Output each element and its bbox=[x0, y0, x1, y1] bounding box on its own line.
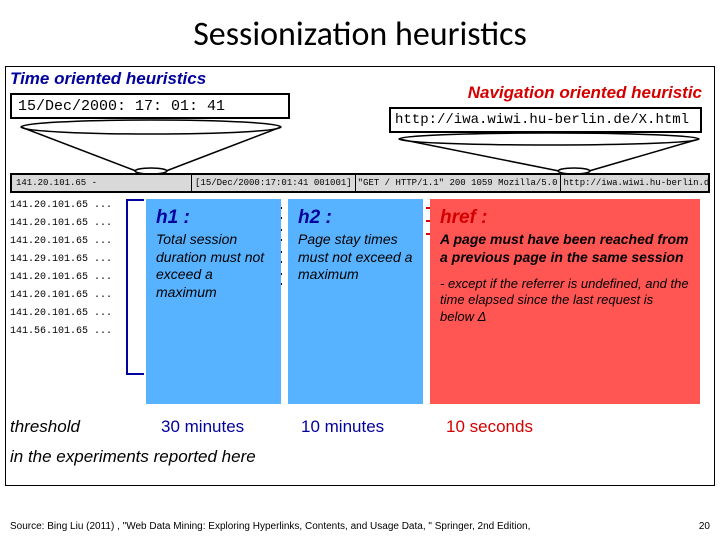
logbar-mid: "GET / HTTP/1.1" 200 1059 Mozilla/5.0 bbox=[358, 175, 558, 191]
threshold-h1: 30 minutes bbox=[161, 417, 244, 437]
h2-label: h2 : bbox=[298, 207, 413, 229]
log-entries: 141.20.101.65 ... 141.20.101.65 ... 141.… bbox=[10, 197, 112, 341]
footer-source: Source: Bing Liu (2011) , "Web Data Mini… bbox=[10, 521, 530, 532]
log-entry: 141.29.101.65 ... bbox=[10, 251, 112, 269]
logbar-ip: 141.20.101.65 - bbox=[16, 175, 97, 191]
h1-desc: Total session duration must not exceed a… bbox=[156, 231, 271, 301]
href-card: href : A page must have been reached fro… bbox=[430, 199, 700, 404]
cone-left-icon bbox=[16, 119, 286, 175]
page-number: 20 bbox=[699, 521, 710, 532]
log-entry: 141.20.101.65 ... bbox=[10, 215, 112, 233]
footer: Source: Bing Liu (2011) , "Web Data Mini… bbox=[10, 521, 710, 532]
log-entry: 141.20.101.65 ... bbox=[10, 269, 112, 287]
threshold-h2: 10 minutes bbox=[301, 417, 384, 437]
href-label: href : bbox=[440, 207, 690, 229]
log-entry: 141.56.101.65 ... bbox=[10, 323, 112, 341]
cone-right-icon bbox=[394, 133, 704, 175]
log-entry: 141.20.101.65 ... bbox=[10, 197, 112, 215]
h1-card: h1 : Total session duration must not exc… bbox=[146, 199, 281, 404]
timestamp-box: 15/Dec/2000: 17: 01: 41 bbox=[10, 93, 290, 119]
logbar-timestamp: [15/Dec/2000:17:01:41 001001] bbox=[191, 174, 356, 192]
logbar-url: http://iwa.wiwi.hu-berlin.de/X.html bbox=[560, 174, 711, 192]
log-entry: 141.20.101.65 ... bbox=[10, 305, 112, 323]
h2-card: h2 : Page stay times must not exceed a m… bbox=[288, 199, 423, 404]
threshold-label: threshold bbox=[10, 417, 80, 437]
href-extra: - except if the referrer is undefined, a… bbox=[440, 276, 690, 325]
h1-bracket-icon bbox=[126, 199, 144, 375]
log-entry: 141.20.101.65 ... bbox=[10, 287, 112, 305]
threshold-href: 10 seconds bbox=[446, 417, 533, 437]
slide-title: Sessionization heuristics bbox=[0, 0, 720, 65]
h1-label: h1 : bbox=[156, 207, 271, 229]
log-entry: 141.20.101.65 ... bbox=[10, 233, 112, 251]
url-box: http://iwa.wiwi.hu-berlin.de/X.html bbox=[389, 107, 702, 133]
experiments-note: in the experiments reported here bbox=[10, 447, 256, 467]
section-time-heading: Time oriented heuristics bbox=[10, 69, 206, 89]
href-desc: A page must have been reached from a pre… bbox=[440, 231, 688, 265]
section-nav-heading: Navigation oriented heuristic bbox=[468, 83, 702, 103]
h2-desc: Page stay times must not exceed a maximu… bbox=[298, 231, 413, 284]
diagram-frame: Time oriented heuristics Navigation orie… bbox=[5, 66, 715, 486]
log-bar: 141.20.101.65 - [15/Dec/2000:17:01:41 00… bbox=[10, 173, 710, 193]
